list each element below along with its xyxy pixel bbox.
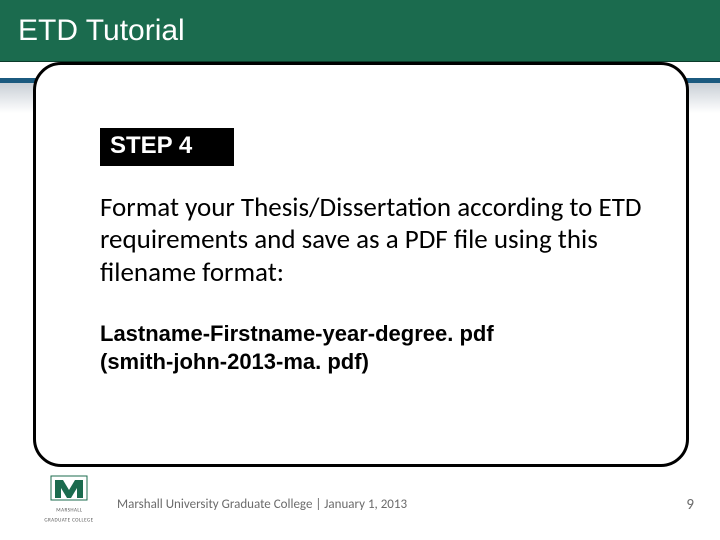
- footer-text: Marshall University Graduate College | J…: [117, 497, 407, 512]
- body-text: Format your Thesis/Dissertation accordin…: [100, 192, 648, 289]
- filename-example: (smith-john-2013-ma. pdf): [100, 348, 648, 376]
- filename-block: Lastname-Firstname-year-degree. pdf (smi…: [100, 320, 648, 375]
- page-title: ETD Tutorial: [18, 14, 185, 48]
- logo-text-1: MARSHALL: [56, 507, 82, 514]
- marshall-logo: MARSHALL GRADUATE COLLEGE: [43, 472, 95, 524]
- page-number: 9: [686, 496, 694, 514]
- logo-text-2: GRADUATE COLLEGE: [44, 517, 93, 524]
- step-badge: STEP 4: [100, 128, 234, 166]
- logo-mark-icon: [49, 472, 89, 504]
- header-bar: ETD Tutorial: [0, 0, 720, 62]
- slide: ETD Tutorial STEP 4 Format your Thesis/D…: [0, 0, 720, 540]
- filename-pattern: Lastname-Firstname-year-degree. pdf: [100, 320, 648, 348]
